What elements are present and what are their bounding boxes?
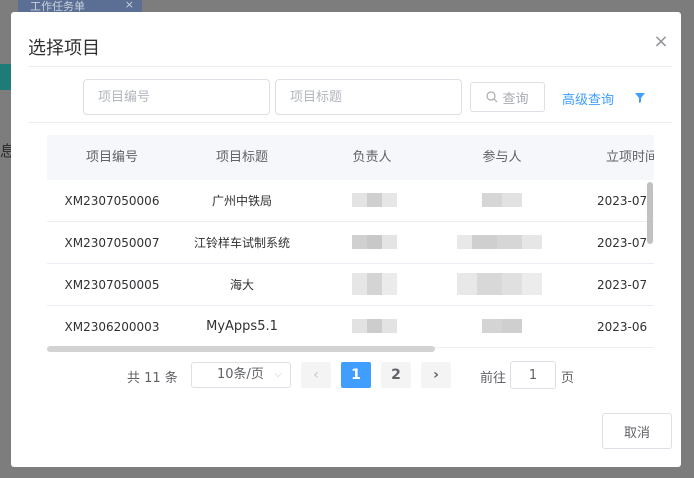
project-table: 项目编号 项目标题 负责人 参与人 立项时间 XM2307050006 广州中铁… — [47, 135, 654, 355]
page-size-value: 10条/页 — [217, 367, 264, 382]
cell-project-code: XM2306200003 — [64, 320, 160, 334]
blurred-owner — [352, 193, 397, 207]
blurred-owner — [352, 319, 397, 333]
cell-project-title: 广州中铁局 — [211, 194, 272, 208]
pagination-total: 共 11 条 — [127, 371, 178, 386]
cell-project-title: 江铃样车试制系统 — [193, 236, 290, 250]
project-title-input[interactable] — [275, 79, 462, 115]
column-header-code: 项目编号 — [85, 150, 138, 165]
table-row[interactable]: XM2306200003 MyApps5.1 2023-06 — [47, 306, 654, 348]
cell-project-date: 2023-07 — [597, 194, 648, 208]
search-button[interactable]: 查询 — [470, 82, 545, 112]
goto-page-input[interactable] — [510, 361, 556, 389]
close-icon[interactable]: × — [653, 33, 669, 51]
chevron-down-icon: ⌵ — [274, 369, 282, 380]
blurred-owner — [352, 273, 397, 295]
cell-project-title: MyApps5.1 — [206, 319, 278, 334]
blurred-participants — [482, 319, 522, 333]
cell-project-code: XM2307050005 — [64, 278, 160, 292]
cancel-button[interactable]: 取消 — [602, 413, 672, 449]
page-2-button[interactable]: 2 — [381, 362, 411, 388]
cell-project-title: 海大 — [229, 278, 254, 292]
table-vertical-scrollbar[interactable] — [647, 182, 653, 244]
table-row[interactable]: XM2307050005 海大 2023-07 — [47, 264, 654, 306]
cell-project-code: XM2307050006 — [64, 194, 160, 208]
table-row[interactable]: XM2307050007 江铃样车试制系统 2023-07 — [47, 222, 654, 264]
blurred-participants — [457, 235, 542, 249]
advanced-search-link[interactable]: 高级查询 — [562, 89, 614, 108]
table-horizontal-scrollbar[interactable] — [47, 346, 435, 352]
filter-icon[interactable] — [634, 92, 646, 104]
table-header: 项目编号 项目标题 负责人 参与人 立项时间 — [47, 135, 654, 180]
cell-project-code: XM2307050007 — [64, 236, 160, 250]
filter-divider — [28, 122, 672, 123]
dialog-title: 选择项目 — [28, 38, 100, 59]
column-header-date: 立项时间 — [605, 150, 654, 165]
header-divider — [28, 66, 672, 67]
cell-project-date: 2023-07 — [597, 278, 648, 292]
blurred-participants — [457, 273, 542, 295]
column-header-owner: 负责人 — [352, 150, 392, 165]
project-code-input[interactable] — [83, 79, 270, 115]
goto-label: 前往 — [480, 371, 507, 386]
prev-page-button[interactable]: ‹ — [301, 362, 331, 388]
next-page-button[interactable]: › — [421, 362, 451, 388]
background-tab-close-icon: × — [124, 0, 134, 11]
column-header-title: 项目标题 — [215, 150, 268, 165]
page-1-button[interactable]: 1 — [341, 362, 371, 388]
select-project-dialog: 选择项目 × 查询 高级查询 项目编号 项目标题 负责人 参与人 立项时间 XM… — [11, 12, 681, 467]
blurred-owner — [352, 235, 397, 249]
background-right-strip — [680, 0, 694, 478]
search-button-label: 查询 — [502, 91, 529, 107]
column-header-participants: 参与人 — [482, 150, 522, 165]
table-row[interactable]: XM2307050006 广州中铁局 2023-07 — [47, 180, 654, 222]
goto-page-unit: 页 — [561, 371, 575, 386]
background-tab: 工作任务单 × — [18, 0, 142, 13]
cell-project-date: 2023-06 — [597, 320, 648, 334]
search-icon — [486, 91, 498, 103]
cell-project-date: 2023-07 — [597, 236, 648, 250]
page-size-select[interactable]: 10条/页 ⌵ — [191, 362, 291, 388]
blurred-participants — [482, 193, 522, 207]
